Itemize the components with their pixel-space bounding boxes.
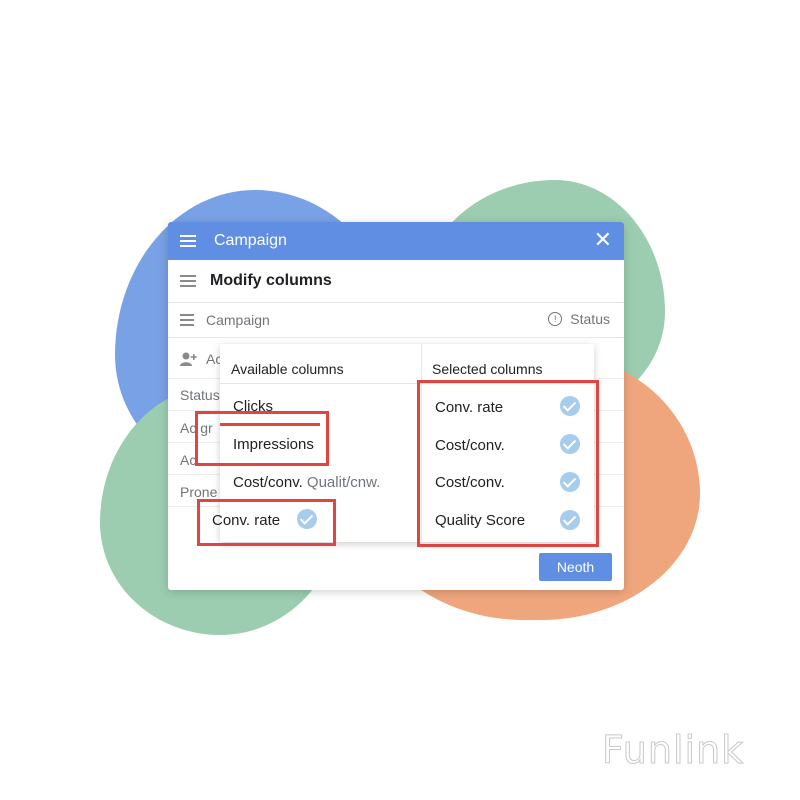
title-bar: Campaign ✕	[168, 222, 624, 260]
watermark-logo: Funlink	[601, 728, 745, 773]
dragged-item-conv-rate[interactable]: Conv. rate	[212, 512, 280, 529]
highlight-box-impressions	[195, 411, 329, 466]
highlight-box-selected-columns	[417, 380, 599, 547]
menu-icon[interactable]	[180, 235, 196, 247]
status-label: Status	[570, 311, 610, 327]
available-item-cost-conv[interactable]: Cost/conv. Qualit/cnw.	[233, 474, 380, 491]
qualit-label: Qualit/cnw.	[306, 474, 381, 491]
window-title: Campaign	[214, 232, 287, 249]
background-row-text: Status	[180, 387, 220, 403]
campaign-label: Campaign	[206, 312, 270, 328]
check-icon[interactable]	[297, 509, 317, 529]
add-user-icon	[180, 352, 197, 366]
modify-columns-row: Modify columns	[168, 260, 624, 303]
background-row-text: Ac	[180, 452, 197, 468]
available-columns-header: Available columns	[220, 344, 421, 384]
campaign-toolbar: Campaign ! Status	[168, 303, 624, 338]
selected-columns-header: Selected columns	[422, 344, 594, 384]
background-row-text: Prone	[180, 484, 218, 500]
list-icon	[180, 314, 194, 326]
modify-columns-label: Modify columns	[210, 272, 332, 289]
status-icon: !	[548, 312, 563, 326]
close-icon[interactable]: ✕	[594, 229, 612, 251]
next-button[interactable]: Neoth	[539, 553, 612, 581]
cost-conv-label: Cost/conv.	[233, 474, 303, 491]
list-icon	[180, 275, 196, 287]
status-filter[interactable]: ! Status	[548, 311, 610, 327]
